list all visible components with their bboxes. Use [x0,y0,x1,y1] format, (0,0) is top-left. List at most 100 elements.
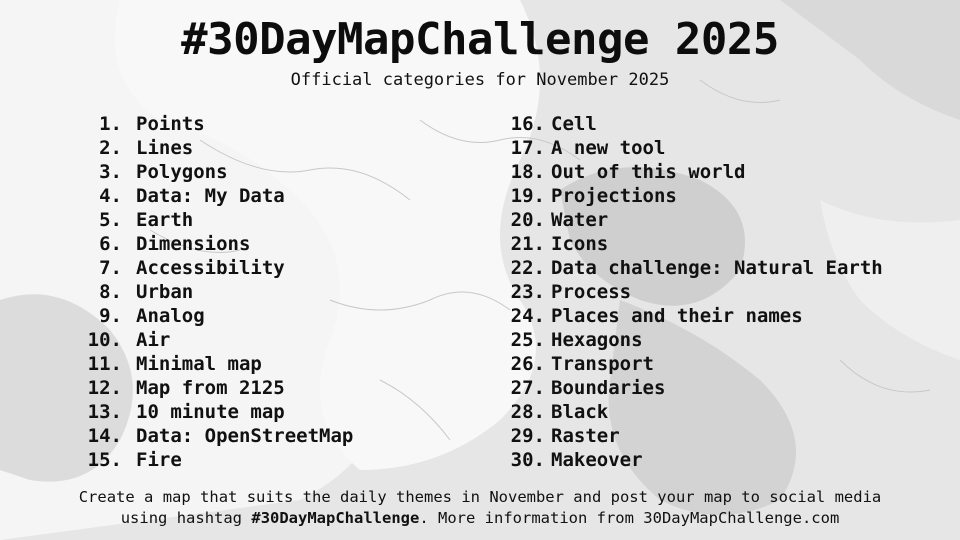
categories-list-right: 16. Cell 17. A new tool 18. Out of this world… [493,112,883,472]
category-item: 2. Lines [78,136,353,160]
category-item: 5. Earth [78,208,353,232]
page-subtitle: Official categories for November 2025 [290,70,670,90]
category-label: Points [136,113,205,135]
category-label: Data: My Data [136,185,285,207]
category-number: 11. [87,353,122,375]
footer-line-1: Create a map that suits the daily themes… [78,488,882,506]
category-label: Polygons [136,161,228,183]
category-number: 30. [510,449,545,471]
category-item: 25. Hexagons [493,328,883,352]
category-item: 20. Water [493,208,883,232]
category-item: 24. Places and their names [493,304,883,328]
category-number: 12. [87,377,122,399]
category-label: Urban [136,281,194,303]
category-item: 7. Accessibility [78,256,353,280]
category-label: Out of this world [551,161,746,183]
category-item: 12. Map from 2125 [78,376,353,400]
category-label: Hexagons [551,329,643,351]
category-label: Earth [136,209,194,231]
footer-line-2: using hashtag #30DayMapChallenge. More i… [0,508,960,529]
category-item: 13. 10 minute map [78,400,353,424]
category-number: 25. [510,329,545,351]
category-item: 15. Fire [78,448,353,472]
category-item: 28. Black [493,400,883,424]
category-item: 8. Urban [78,280,353,304]
category-item: 21. Icons [493,232,883,256]
footer-text: Create a map that suits the daily themes… [0,487,960,529]
category-item: 10. Air [78,328,353,352]
category-item: 3. Polygons [78,160,353,184]
category-label: Black [551,401,609,423]
category-item: 27. Boundaries [493,376,883,400]
category-label: Dimensions [136,233,251,255]
category-number: 5. [99,209,122,231]
category-label: Projections [551,185,677,207]
category-label: Places and their names [551,305,803,327]
category-label: Fire [136,449,182,471]
category-number: 18. [510,161,545,183]
category-number: 7. [99,257,122,279]
category-item: 6. Dimensions [78,232,353,256]
category-item: 17. A new tool [493,136,883,160]
category-label: Analog [136,305,205,327]
category-label: 10 minute map [136,401,285,423]
category-item: 22. Data challenge: Natural Earth [493,256,883,280]
category-number: 4. [99,185,122,207]
category-item: 16. Cell [493,112,883,136]
category-number: 22. [510,257,545,279]
category-label: Data: OpenStreetMap [136,425,354,447]
category-item: 18. Out of this world [493,160,883,184]
category-number: 13. [87,401,122,423]
category-number: 8. [99,281,122,303]
category-label: Accessibility [136,257,285,279]
category-label: Process [551,281,632,303]
category-label: Cell [551,113,597,135]
category-number: 21. [510,233,545,255]
category-item: 11. Minimal map [78,352,353,376]
category-number: 19. [510,185,545,207]
category-label: Raster [551,425,620,447]
category-label: Lines [136,137,194,159]
category-number: 3. [99,161,122,183]
categories-list-left: 1. Points 2. Lines 3. Polygons 4. Data: My Data… [78,112,354,472]
category-label: Minimal map [136,353,262,375]
category-label: Water [551,209,609,231]
category-label: Boundaries [551,377,666,399]
category-label: Icons [551,233,609,255]
category-number: 10. [87,329,122,351]
category-label: Data challenge: Natural Earth [551,257,883,279]
category-number: 24. [510,305,545,327]
category-item: 26. Transport [493,352,883,376]
category-label: Transport [551,353,654,375]
category-number: 27. [510,377,545,399]
category-number: 14. [87,425,122,447]
category-number: 28. [510,401,545,423]
category-item: 1. Points [78,112,353,136]
category-number: 16. [510,113,545,135]
category-number: 15. [87,449,122,471]
category-number: 26. [510,353,545,375]
category-item: 19. Projections [493,184,883,208]
page-title: #30DayMapChallenge 2025 [181,14,779,65]
category-number: 9. [99,305,122,327]
category-item: 14. Data: OpenStreetMap [78,424,354,448]
category-item: 30. Makeover [493,448,883,472]
category-number: 2. [99,137,122,159]
footer-line-2-suffix: . More information from 30DayMapChalleng… [419,509,840,527]
footer-line-2-prefix: using hashtag [120,509,252,527]
category-number: 17. [510,137,545,159]
category-number: 1. [99,113,122,135]
category-item: 9. Analog [78,304,353,328]
category-item: 29. Raster [493,424,883,448]
category-item: 4. Data: My Data [78,184,353,208]
category-number: 29. [510,425,545,447]
category-item: 23. Process [493,280,883,304]
category-number: 6. [99,233,122,255]
category-label: Makeover [551,449,643,471]
category-number: 20. [510,209,545,231]
footer-hashtag: #30DayMapChallenge [251,509,420,527]
category-label: A new tool [551,137,666,159]
category-label: Map from 2125 [136,377,285,399]
category-label: Air [136,329,171,351]
category-number: 23. [510,281,545,303]
